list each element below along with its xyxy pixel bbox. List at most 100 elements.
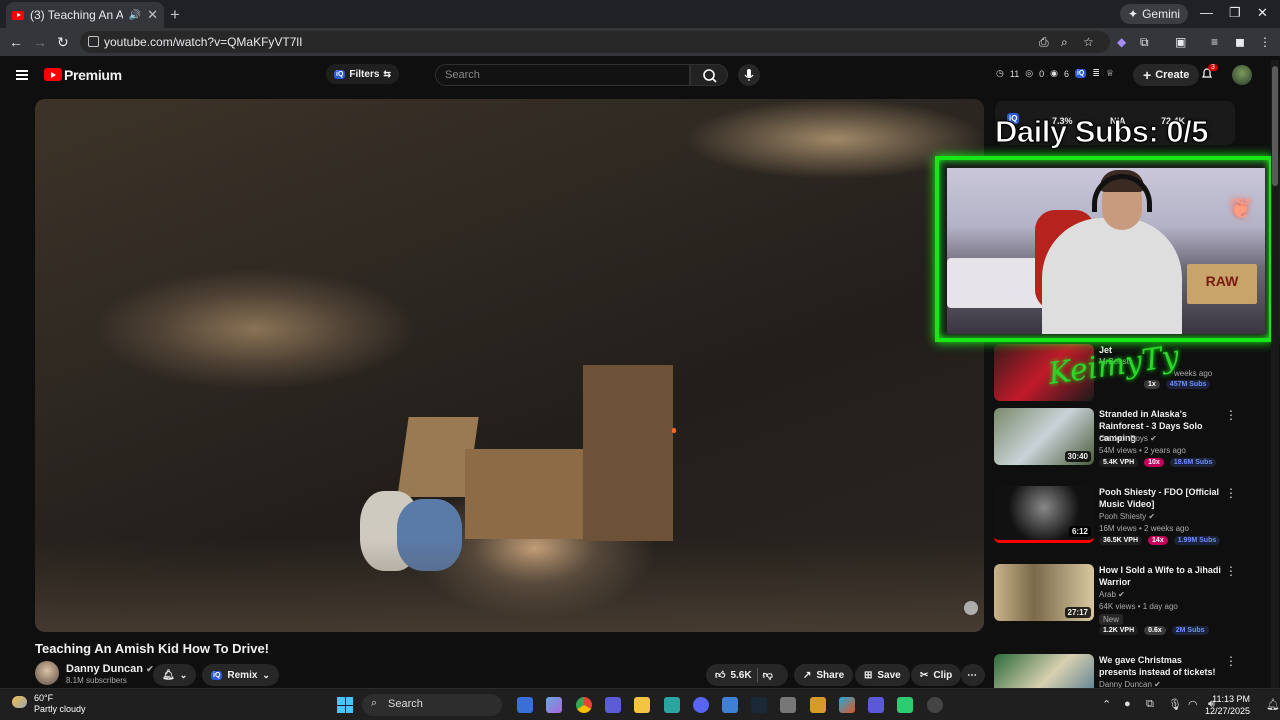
reco-channel[interactable]: Outdoor Boys ✔ [1099, 434, 1157, 443]
microphone-icon[interactable]: 🎙︎ [1168, 698, 1182, 711]
profile-icon[interactable]: ◼ [1235, 35, 1245, 49]
notepad-icon[interactable] [664, 697, 680, 713]
verified-icon: ✔ [1150, 434, 1157, 443]
tray-network-icon[interactable]: ⧉ [1146, 698, 1154, 711]
streaming-app-icon[interactable] [897, 697, 913, 713]
like-count[interactable]: 5.6K [730, 670, 751, 681]
photos-icon[interactable] [722, 697, 738, 713]
recommendation-item[interactable]: We gave Christmas presents instead of ti… [994, 654, 1240, 688]
reco-channel[interactable]: Arab ✔ [1099, 590, 1125, 599]
obs-icon[interactable] [927, 697, 943, 713]
system-clock[interactable]: 11:13 PM 12/27/2025 [1205, 693, 1250, 717]
gemini-button[interactable]: ✦ Gemini [1120, 4, 1189, 24]
thumbnail[interactable]: 27:17 [994, 564, 1094, 621]
youtube-logo-icon[interactable] [44, 68, 62, 81]
hamburger-menu-icon[interactable] [16, 70, 28, 80]
bookmark-star-icon[interactable]: ☆ [1083, 35, 1094, 49]
bell-outline-icon: 🔔︎ [162, 669, 175, 681]
discord-icon[interactable] [693, 697, 709, 713]
channel-name[interactable]: Danny Duncan ✔ [66, 663, 154, 675]
reco-channel[interactable]: Pooh Shiesty ✔ [1099, 512, 1155, 521]
more-icon[interactable]: ⋮ [1225, 486, 1237, 500]
reco-channel[interactable]: Danny Duncan ✔ [1099, 680, 1161, 688]
site-info-icon[interactable] [88, 36, 99, 47]
more-actions-button[interactable]: ⋯ [961, 664, 985, 686]
back-icon[interactable]: ← [9, 34, 23, 50]
thumbnail[interactable] [994, 654, 1094, 688]
subscribe-bell-button[interactable]: 🔔︎ ⌄ [153, 664, 196, 686]
restore-icon[interactable]: ❐ [1229, 5, 1241, 21]
app-icon[interactable] [810, 697, 826, 713]
close-window-icon[interactable]: ✕ [1257, 5, 1268, 21]
more-icon[interactable]: ⋮ [1225, 408, 1237, 422]
tray-chevron-icon[interactable]: ⌃ [1102, 698, 1111, 711]
close-tab-icon[interactable]: ✕ [147, 7, 158, 23]
notification-bell-icon[interactable]: 🔔︎ [1266, 698, 1280, 711]
store-icon[interactable] [780, 697, 796, 713]
recommendation-item[interactable]: 27:17 How I Sold a Wife to a Jihadi Warr… [994, 564, 1240, 635]
save-label: Save [877, 669, 901, 681]
app-icon[interactable] [605, 697, 621, 713]
more-icon[interactable]: ⋮ [1225, 564, 1237, 578]
office-icon[interactable] [839, 697, 855, 713]
account-avatar[interactable] [1232, 65, 1252, 85]
menu-kebab-icon[interactable]: ⋮ [1259, 35, 1271, 49]
vidiq-badge-icon[interactable]: iQ [1074, 69, 1087, 78]
task-view-icon[interactable] [517, 697, 533, 713]
player-watermark-icon[interactable] [964, 601, 978, 615]
chrome-icon[interactable] [576, 697, 592, 713]
wifi-icon[interactable]: ◠ [1188, 698, 1198, 711]
list-icon[interactable]: ≣ [1092, 68, 1100, 79]
extension-icon[interactable]: ◆ [1117, 35, 1126, 49]
address-bar[interactable]: youtube.com/watch?v=QMaKFyVT7lI [80, 31, 1110, 53]
remix-button[interactable]: iQ Remix ⌄ [202, 664, 279, 686]
voice-search-button[interactable] [738, 64, 760, 86]
teams-icon[interactable] [868, 697, 884, 713]
extensions-puzzle-icon[interactable]: ⧉ [1140, 35, 1149, 50]
side-panel-icon[interactable]: ▣ [1175, 35, 1186, 49]
install-icon[interactable]: ⎙ [1039, 35, 1049, 50]
thumbs-up-icon[interactable]: 👍︎ [715, 669, 725, 681]
reload-icon[interactable]: ↻ [57, 34, 69, 51]
steam-icon[interactable] [751, 697, 767, 713]
clip-button[interactable]: ✂ Clip [911, 664, 962, 686]
channel-avatar[interactable] [35, 661, 59, 685]
thumbnail[interactable]: 30:40 [994, 408, 1094, 465]
scrollbar-thumb[interactable] [1272, 66, 1278, 186]
share-button[interactable]: ↗ Share [794, 664, 854, 686]
search-button[interactable] [690, 64, 728, 86]
recommendation-item[interactable]: 6:12 Pooh Shiesty - FDO [Official Music … [994, 486, 1240, 545]
copilot-icon[interactable] [546, 697, 562, 713]
weather-widget[interactable]: 60°F Partly cloudy [12, 693, 86, 715]
file-explorer-icon[interactable] [634, 697, 650, 713]
reco-title[interactable]: How I Sold a Wife to a Jihadi Warrior [1099, 564, 1221, 588]
more-icon[interactable]: ⋮ [1225, 654, 1237, 668]
browser-tab[interactable]: (3) Teaching An Amish Kid 🔊 ✕ [6, 2, 164, 28]
recommendation-item[interactable]: 30:40 Stranded in Alaska's Rainforest - … [994, 408, 1240, 467]
mult-chip: 1x [1144, 380, 1160, 389]
thumbs-down-icon[interactable]: 👎︎ [763, 669, 773, 681]
save-button[interactable]: ⊞ Save [855, 664, 910, 686]
windows-start-icon[interactable] [337, 697, 353, 713]
search-input[interactable]: Search [435, 64, 690, 86]
new-tab-button[interactable]: + [170, 5, 180, 25]
forward-icon[interactable]: → [33, 34, 47, 50]
zoom-icon[interactable]: ⌕ [1061, 35, 1068, 50]
video-player[interactable] [35, 99, 984, 632]
filters-button[interactable]: iQ Filters ⇆ [326, 64, 399, 84]
taskbar-search[interactable]: ⌕ Search [362, 694, 502, 716]
thumbnail[interactable]: 6:12 [994, 486, 1094, 543]
url-text: youtube.com/watch?v=QMaKFyVT7lI [104, 35, 303, 49]
trophy-icon[interactable]: ♕ [1106, 68, 1114, 79]
tray-app-icon[interactable]: ● [1124, 698, 1131, 710]
youtube-brand[interactable]: Premium [64, 67, 122, 83]
like-dislike-group: 👍︎ 5.6K 👎︎ [706, 664, 788, 686]
reco-title[interactable]: We gave Christmas presents instead of ti… [1099, 654, 1221, 678]
sparkle-icon: ✦ [1128, 7, 1139, 21]
media-icon[interactable]: ≡ [1211, 35, 1218, 49]
minimize-icon[interactable]: — [1200, 5, 1213, 20]
reco-title[interactable]: Pooh Shiesty - FDO [Official Music Video… [1099, 486, 1221, 510]
speaker-icon[interactable]: 🔊 [129, 10, 141, 21]
temperature: 60°F [34, 693, 54, 703]
create-button[interactable]: + Create [1133, 64, 1200, 86]
